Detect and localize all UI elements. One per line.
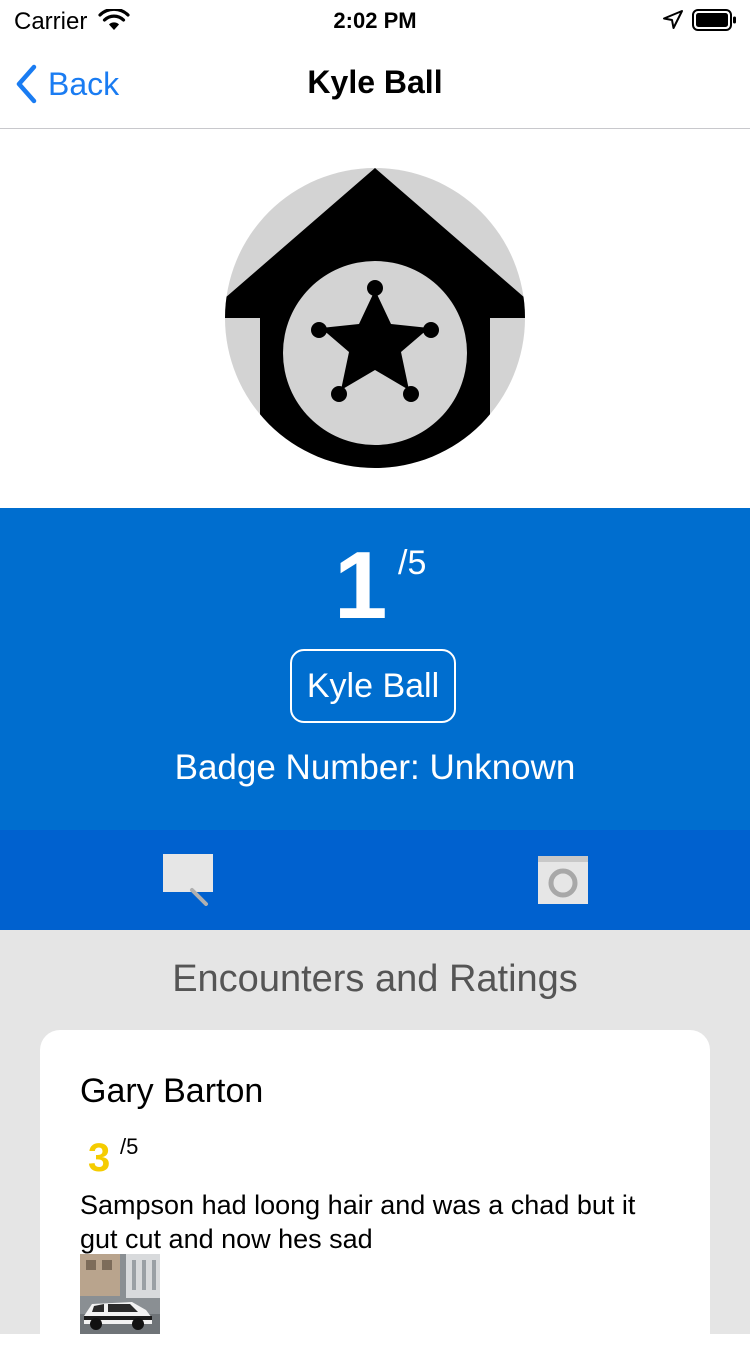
encounter-author: Gary Barton bbox=[80, 1072, 264, 1110]
officer-rating-value: 1 bbox=[334, 532, 388, 639]
officer-rating-section: 1 /5 Kyle Ball Badge Number: Unknown bbox=[0, 508, 750, 830]
status-bar: Carrier 2:02 PM bbox=[0, 0, 750, 40]
encounters-section: Encounters and Ratings Gary Barton 3 /5 … bbox=[0, 930, 750, 1370]
badge-number: Badge Number: Unknown bbox=[174, 748, 576, 787]
avatar-section bbox=[0, 129, 750, 508]
encounter-card[interactable]: Gary Barton 3 /5 Sampson had loong hair … bbox=[40, 1030, 710, 1370]
page-title: Kyle Ball bbox=[307, 64, 443, 100]
camera-icon bbox=[537, 856, 588, 904]
police-car-photo bbox=[80, 1254, 160, 1334]
encounter-text: Sampson had loong hair and was a chad bu… bbox=[80, 1190, 636, 1254]
location-arrow-icon bbox=[662, 9, 684, 36]
comment-icon bbox=[162, 854, 213, 906]
encounter-rating-max: /5 bbox=[120, 1134, 139, 1159]
police-station-avatar-icon bbox=[225, 168, 525, 468]
action-tab-bar bbox=[0, 830, 750, 930]
encounters-heading: Encounters and Ratings bbox=[172, 958, 578, 1000]
officer-name-button[interactable]: Kyle Ball bbox=[290, 649, 456, 723]
battery-icon bbox=[692, 8, 738, 37]
comment-tab[interactable] bbox=[0, 830, 375, 930]
navigation-bar: Back Kyle Ball bbox=[0, 40, 750, 129]
encounter-rating-value: 3 bbox=[88, 1136, 111, 1180]
camera-tab[interactable] bbox=[375, 830, 750, 930]
encounter-photo-thumbnail[interactable] bbox=[80, 1254, 160, 1334]
status-time: 2:02 PM bbox=[333, 8, 417, 33]
officer-rating-max: /5 bbox=[398, 544, 427, 582]
